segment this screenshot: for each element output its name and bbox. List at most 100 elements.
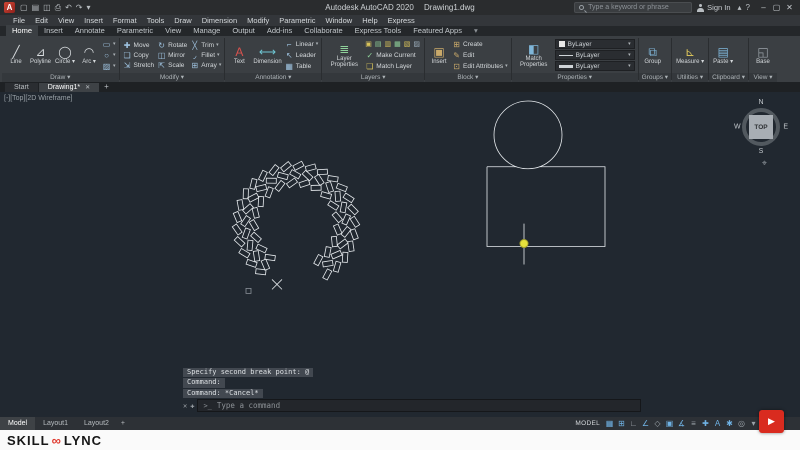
panel-label-utilities[interactable]: Utilities ▾ bbox=[672, 73, 709, 82]
subscribe-badge[interactable]: ▶ bbox=[759, 410, 784, 433]
button-base[interactable]: ◱ Base bbox=[752, 45, 774, 66]
layout-tab-layout2[interactable]: Layout2 bbox=[76, 417, 117, 430]
layer-tool-icon[interactable]: ▨ bbox=[413, 40, 420, 48]
button-paste[interactable]: ▤ Paste ▾ bbox=[712, 45, 734, 66]
minimize-button[interactable]: – bbox=[757, 0, 770, 15]
save-icon[interactable]: ◫ bbox=[41, 0, 53, 15]
search-box[interactable]: Type a keyword or phrase bbox=[574, 2, 693, 13]
menu-parametric[interactable]: Parametric bbox=[274, 16, 320, 25]
menu-express[interactable]: Express bbox=[383, 16, 420, 25]
otrack-icon[interactable]: ∡ bbox=[677, 417, 686, 430]
grid-icon[interactable]: ▦ bbox=[605, 417, 614, 430]
file-tab-start[interactable]: Start bbox=[5, 83, 38, 92]
help-icon[interactable]: ? bbox=[744, 0, 752, 15]
menu-window[interactable]: Window bbox=[321, 16, 358, 25]
lineweight-dropdown[interactable]: ByLayer ▾ bbox=[554, 61, 635, 71]
button-line[interactable]: ╱ Line bbox=[5, 45, 27, 66]
viewcube-west[interactable]: W bbox=[734, 124, 741, 131]
qat-customize-icon[interactable]: ▾ bbox=[85, 0, 93, 15]
restore-button[interactable]: ▢ bbox=[770, 0, 783, 15]
ribbon-tab-annotate[interactable]: Annotate bbox=[69, 25, 111, 36]
sign-in-button[interactable]: Sign In bbox=[697, 3, 731, 12]
autodesk-app-icon[interactable]: ▴ bbox=[736, 0, 744, 15]
ribbon-tab-view[interactable]: View bbox=[159, 25, 187, 36]
button-trim[interactable]: ╳ Trim ▾ bbox=[190, 40, 221, 50]
button-insert[interactable]: ▣ Insert bbox=[428, 45, 450, 66]
isodraft-icon[interactable]: ◇ bbox=[653, 417, 662, 430]
ribbon-tab-parametric[interactable]: Parametric bbox=[111, 25, 159, 36]
panel-label-layers[interactable]: Layers ▾ bbox=[322, 73, 425, 82]
layer-tool-icon[interactable]: ▤ bbox=[375, 40, 382, 48]
button-copy[interactable]: ❏ Copy bbox=[123, 50, 155, 60]
hatch-tool[interactable]: ▨ ▾ bbox=[102, 61, 116, 71]
panel-label-annotation[interactable]: Annotation ▾ bbox=[225, 73, 322, 82]
ribbon-tab-output[interactable]: Output bbox=[226, 25, 261, 36]
viewport-controls-label[interactable]: [-][Top][2D Wireframe] bbox=[4, 95, 72, 102]
lineweight-icon[interactable]: ≡ bbox=[689, 417, 698, 430]
button-match-properties[interactable]: ◧ Match Properties bbox=[515, 42, 553, 69]
ribbon-tab-featured-apps[interactable]: Featured Apps bbox=[407, 25, 468, 36]
ucs-icon[interactable]: ⌖ bbox=[762, 158, 767, 169]
menu-tools[interactable]: Tools bbox=[142, 16, 170, 25]
layer-state-tools[interactable]: ▣ ▤ ▥ ▦ ▧ ▨ bbox=[365, 39, 421, 49]
viewcube-top-face[interactable]: TOP bbox=[749, 115, 773, 139]
ribbon-tab-collaborate[interactable]: Collaborate bbox=[298, 25, 348, 36]
snap-icon[interactable]: ⊞ bbox=[617, 417, 626, 430]
rectangle-tool[interactable]: ▭ ▾ bbox=[102, 39, 116, 49]
layer-tool-icon[interactable]: ▥ bbox=[385, 40, 392, 48]
menu-dimension[interactable]: Dimension bbox=[197, 16, 242, 25]
viewcube-east[interactable]: E bbox=[783, 124, 788, 131]
isolate-objects-icon[interactable]: ◎ bbox=[737, 417, 746, 430]
ribbon-tab-manage[interactable]: Manage bbox=[187, 25, 226, 36]
panel-label-block[interactable]: Block ▾ bbox=[425, 73, 511, 82]
status-customize-icon[interactable]: ▾ bbox=[749, 417, 758, 430]
autocad-logo-icon[interactable]: A bbox=[4, 2, 15, 13]
file-tab-drawing1[interactable]: Drawing1* ✕ bbox=[38, 83, 100, 92]
new-drawing-button[interactable]: + bbox=[104, 82, 109, 92]
panel-label-draw[interactable]: Draw ▾ bbox=[2, 73, 119, 82]
layout-tab-model[interactable]: Model bbox=[0, 417, 36, 430]
new-file-icon[interactable]: ▢ bbox=[18, 0, 30, 15]
model-space-label[interactable]: MODEL bbox=[575, 420, 600, 427]
panel-label-properties[interactable]: Properties ▾ bbox=[511, 73, 638, 82]
ribbon-tab-express-tools[interactable]: Express Tools bbox=[349, 25, 408, 36]
open-file-icon[interactable]: ▤ bbox=[30, 0, 42, 15]
ellipse-tool[interactable]: ○ ▾ bbox=[102, 50, 115, 60]
menu-modify[interactable]: Modify bbox=[242, 16, 274, 25]
dynamic-input-icon[interactable]: ✚ bbox=[701, 417, 710, 430]
ribbon-tab-insert[interactable]: Insert bbox=[38, 25, 69, 36]
menu-draw[interactable]: Draw bbox=[169, 16, 197, 25]
layer-tool-icon[interactable]: ▧ bbox=[404, 40, 411, 48]
command-input[interactable]: >_ Type a command bbox=[197, 399, 641, 412]
panel-label-view[interactable]: View ▾ bbox=[748, 73, 777, 82]
command-customize-icon[interactable]: ✚ bbox=[190, 402, 194, 410]
button-layer-properties[interactable]: ≣ Layer Properties bbox=[325, 42, 363, 69]
panel-label-modify[interactable]: Modify ▾ bbox=[119, 73, 225, 82]
undo-icon[interactable]: ↶ bbox=[63, 0, 74, 15]
button-mirror[interactable]: ◫ Mirror bbox=[157, 50, 187, 60]
plot-icon[interactable]: ⎙ bbox=[53, 0, 63, 15]
button-group[interactable]: ⧉ Group bbox=[642, 45, 664, 66]
button-move[interactable]: ✚ Move bbox=[123, 40, 155, 50]
button-match-layer[interactable]: ❏ Match Layer bbox=[365, 61, 421, 71]
redo-icon[interactable]: ↷ bbox=[74, 0, 85, 15]
layer-tool-icon[interactable]: ▣ bbox=[365, 40, 372, 48]
viewcube-south[interactable]: S bbox=[759, 148, 764, 155]
menu-view[interactable]: View bbox=[53, 16, 79, 25]
button-array[interactable]: ⊞ Array ▾ bbox=[190, 60, 221, 70]
button-circle[interactable]: ◯ Circle ▾ bbox=[54, 45, 76, 66]
button-polyline[interactable]: ⊿ Polyline bbox=[29, 45, 52, 66]
button-measure[interactable]: ⊾ Measure ▾ bbox=[675, 45, 705, 66]
button-linear[interactable]: ⌐ Linear ▾ bbox=[285, 39, 318, 49]
workspace-icon[interactable]: ✱ bbox=[725, 417, 734, 430]
button-rotate[interactable]: ↻ Rotate bbox=[157, 40, 187, 50]
menu-format[interactable]: Format bbox=[108, 16, 142, 25]
layer-tool-icon[interactable]: ▦ bbox=[394, 40, 401, 48]
menu-edit[interactable]: Edit bbox=[30, 16, 53, 25]
ortho-icon[interactable]: ∟ bbox=[629, 417, 638, 430]
panel-label-groups[interactable]: Groups ▾ bbox=[638, 73, 672, 82]
close-tab-icon[interactable]: ✕ bbox=[85, 84, 90, 91]
button-edit-attributes[interactable]: ⊡ Edit Attributes ▾ bbox=[452, 61, 507, 71]
button-scale[interactable]: ⇱ Scale bbox=[157, 60, 187, 70]
button-leader[interactable]: ↖ Leader bbox=[285, 50, 319, 60]
